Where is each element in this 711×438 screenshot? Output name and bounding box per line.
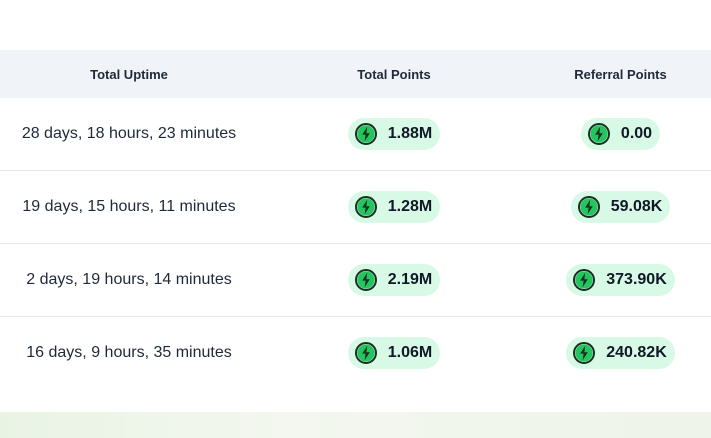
lightning-bolt-icon [354, 123, 377, 145]
uptime-cell: 28 days, 18 hours, 23 minutes [21, 125, 237, 142]
points-badge: 2.19M [347, 264, 441, 296]
points-badge: 1.88M [347, 118, 441, 150]
points-table: Total Uptime Total Points Referral Point… [0, 50, 711, 389]
uptime-cell: 16 days, 9 hours, 35 minutes [26, 344, 232, 361]
points-value: 1.28M [387, 198, 433, 215]
table-header: Total Uptime Total Points Referral Point… [0, 50, 711, 98]
table-row: 28 days, 18 hours, 23 minutes 1.88M 0.00 [0, 98, 711, 171]
referral-badge: 373.90K [566, 264, 675, 296]
lightning-bolt-icon [354, 269, 377, 291]
referral-value: 373.90K [606, 271, 667, 288]
table-row: 19 days, 15 hours, 11 minutes 1.28M 59.0… [0, 171, 711, 244]
uptime-cell: 2 days, 19 hours, 14 minutes [26, 271, 232, 288]
points-value: 2.19M [387, 271, 433, 288]
referral-badge: 240.82K [566, 337, 675, 369]
lightning-bolt-icon [354, 196, 377, 218]
footer-strip [0, 412, 711, 438]
header-total-uptime: Total Uptime [90, 66, 168, 82]
table-row: 2 days, 19 hours, 14 minutes 2.19M 373.9… [0, 244, 711, 317]
header-total-points: Total Points [357, 66, 431, 82]
points-value: 1.88M [387, 125, 433, 142]
points-badge: 1.28M [347, 191, 441, 223]
referral-badge: 59.08K [570, 191, 671, 223]
header-referral-points: Referral Points [574, 66, 667, 82]
points-badge: 1.06M [347, 337, 441, 369]
referral-value: 59.08K [610, 198, 663, 215]
lightning-bolt-icon [573, 342, 596, 364]
referral-badge: 0.00 [580, 118, 661, 150]
table-row: 16 days, 9 hours, 35 minutes 1.06M 240.8… [0, 317, 711, 389]
uptime-cell: 19 days, 15 hours, 11 minutes [22, 198, 236, 215]
lightning-bolt-icon [577, 196, 600, 218]
referral-value: 0.00 [620, 125, 653, 142]
lightning-bolt-icon [354, 342, 377, 364]
lightning-bolt-icon [573, 269, 596, 291]
lightning-bolt-icon [587, 123, 610, 145]
referral-value: 240.82K [606, 344, 667, 361]
points-value: 1.06M [387, 344, 433, 361]
